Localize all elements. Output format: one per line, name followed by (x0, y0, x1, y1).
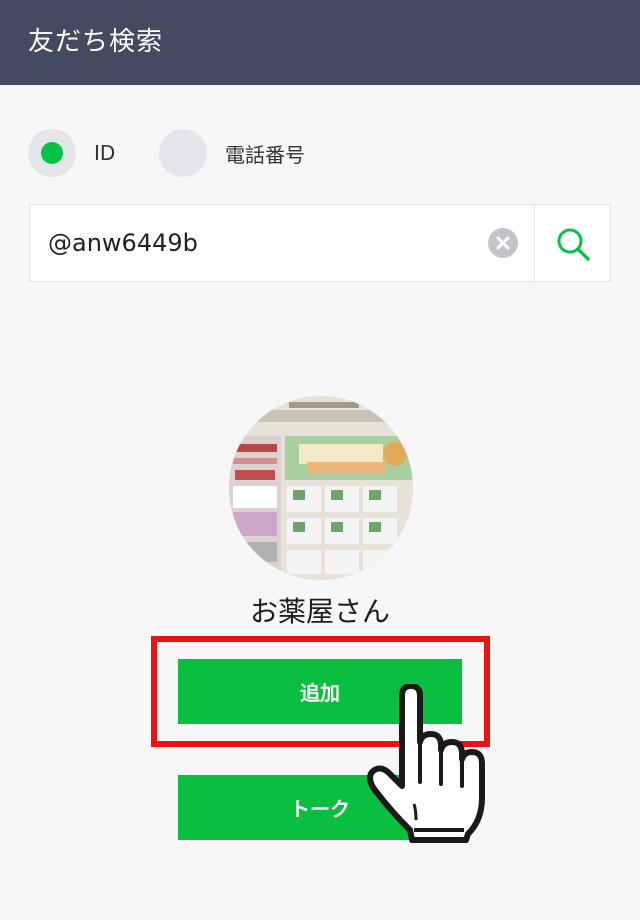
radio-option-phone[interactable]: 電話番号 (159, 129, 305, 177)
radio-option-id[interactable]: ID (28, 129, 115, 177)
search-box (29, 204, 611, 282)
radio-button-id[interactable] (28, 129, 76, 177)
close-icon (496, 236, 510, 250)
search-button[interactable] (535, 205, 611, 281)
app-header: 友だち検索 (0, 0, 640, 85)
radio-label-phone: 電話番号 (225, 142, 305, 167)
radio-button-phone[interactable] (159, 129, 207, 177)
profile-avatar (229, 396, 413, 580)
pointing-hand-icon (367, 684, 485, 843)
search-input[interactable] (30, 205, 485, 281)
radio-selected-dot (41, 142, 63, 164)
clear-button[interactable] (488, 228, 518, 258)
page-title: 友だち検索 (28, 27, 164, 57)
account-name: お薬屋さん (249, 595, 390, 628)
search-icon (557, 228, 590, 261)
radio-label-id: ID (94, 141, 116, 165)
